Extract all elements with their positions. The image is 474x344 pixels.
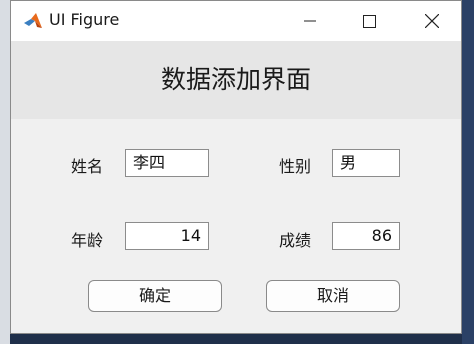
maximize-button[interactable] — [346, 1, 392, 41]
cancel-button[interactable]: 取消 — [266, 280, 400, 312]
minimize-button[interactable] — [287, 1, 333, 41]
page-title: 数据添加界面 — [160, 65, 311, 94]
name-label: 姓名 — [71, 157, 104, 176]
ui-figure-window: UI Figure 数据添加界面 姓名 李四 性别 男 年龄 14 成绩 86 … — [10, 0, 462, 334]
title-bar[interactable]: UI Figure — [11, 1, 461, 41]
desktop-backdrop-right — [462, 0, 474, 344]
desktop-backdrop — [0, 0, 10, 344]
matlab-logo-icon — [23, 12, 43, 30]
confirm-button[interactable]: 确定 — [88, 280, 222, 312]
maximize-icon — [362, 14, 376, 28]
age-label: 年龄 — [71, 231, 104, 250]
close-icon — [425, 14, 439, 28]
name-field[interactable]: 李四 — [125, 149, 209, 177]
gender-label: 性别 — [279, 157, 312, 176]
score-field[interactable]: 86 — [332, 222, 400, 250]
header-panel: 数据添加界面 — [11, 41, 461, 119]
close-button[interactable] — [409, 1, 455, 41]
window-title: UI Figure — [49, 10, 120, 29]
age-field[interactable]: 14 — [125, 222, 209, 250]
score-label: 成绩 — [279, 231, 312, 250]
minimize-icon — [304, 20, 316, 22]
gender-field[interactable]: 男 — [332, 149, 400, 177]
